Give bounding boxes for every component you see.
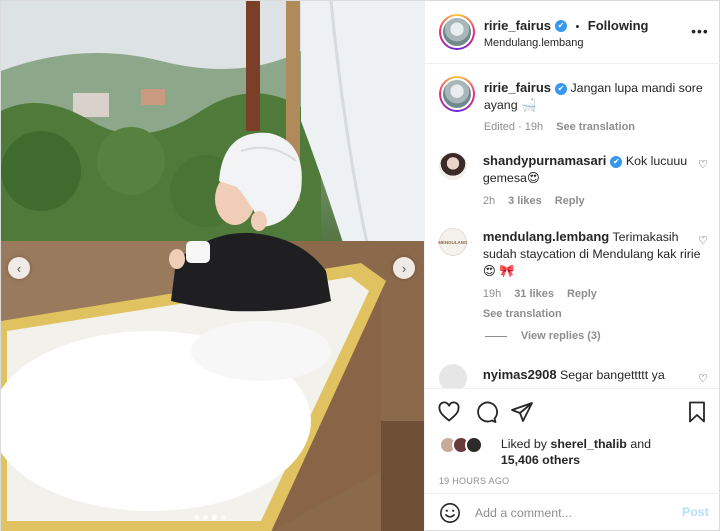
caption-avatar[interactable] (438, 76, 475, 112)
comment-time: 2h (482, 195, 496, 207)
emoji-icon[interactable] (439, 502, 461, 524)
carousel-indicator (194, 515, 226, 520)
chevron-left-icon[interactable]: ‹ (8, 257, 30, 279)
reply-button[interactable]: Reply (567, 286, 597, 303)
comment-like-heart-icon[interactable]: ♡ (698, 372, 708, 385)
comment-item: nyimas2908 Segar bangettttt ya ♡ (438, 364, 714, 388)
see-translation-link[interactable]: See translation (556, 119, 635, 136)
commenter-avatar[interactable] (438, 152, 467, 180)
post-header: ririe_fairus ✔ • Following Mendulang.lemb… (424, 1, 720, 64)
post-photo[interactable]: ‹ › (1, 1, 424, 531)
comment-text: Segar bangettttt ya (560, 368, 665, 382)
chevron-right-icon[interactable]: › (393, 257, 415, 279)
see-translation-link[interactable]: See translation (483, 306, 705, 323)
post-location[interactable]: Mendulang.lembang (484, 37, 584, 49)
carousel-dot-active (212, 515, 217, 520)
liked-by: Liked by sherel_thalib and 15,406 others (438, 434, 709, 472)
comment-icon[interactable] (474, 400, 498, 424)
comment-likes[interactable]: 31 likes (514, 286, 554, 303)
commenter-username[interactable]: shandypurnamasari (483, 153, 607, 168)
replies-line (484, 335, 507, 337)
more-horizontal-icon[interactable]: ••• (691, 23, 709, 39)
caption-time: Edited · 19h (483, 121, 544, 133)
comment-item: shandypurnamasari ✔ Kok lucuuu gemesa😍 2h… (438, 152, 714, 212)
comment-item: MENDULANG mendulang.lembang Terimakasih … (438, 228, 714, 328)
liker-avatar[interactable] (464, 436, 483, 454)
carousel-dot (203, 515, 208, 520)
add-comment-bar: Post (424, 493, 720, 531)
verified-badge-icon: ✔ (555, 19, 568, 32)
commenter-avatar[interactable] (438, 364, 467, 388)
comment-likes[interactable]: 3 likes (508, 193, 542, 210)
liked-avatars (438, 436, 499, 456)
comment-like-heart-icon[interactable]: ♡ (698, 234, 708, 247)
author-username[interactable]: ririe_fairus (484, 18, 551, 33)
comment-like-heart-icon[interactable]: ♡ (698, 158, 708, 171)
commenter-avatar[interactable]: MENDULANG (438, 228, 467, 256)
view-replies-button[interactable]: View replies (3) (484, 330, 601, 342)
carousel-dot (221, 515, 226, 520)
likes-count[interactable]: 15,406 others (501, 453, 580, 467)
commenter-username[interactable]: nyimas2908 (483, 367, 557, 382)
comment-time: 19h (482, 288, 502, 300)
post-comment-button[interactable]: Post (682, 505, 709, 519)
bathtub-scene-illustration (1, 1, 424, 531)
instagram-post: ‹ › ririe_fairus ✔ • Following Mendulang.… (0, 0, 720, 531)
comments-list[interactable]: ririe_fairus ✔ Jangan lupa mandi sore aya… (425, 65, 720, 388)
liked-and: and (630, 437, 652, 451)
caption-username[interactable]: ririe_fairus (484, 80, 551, 95)
bookmark-icon[interactable] (685, 400, 709, 424)
liked-user[interactable]: sherel_thalib (550, 437, 626, 451)
liked-prefix: Liked by (500, 437, 547, 451)
post-timestamp[interactable]: 19 HOURS AGO (439, 476, 510, 486)
action-bar (424, 388, 720, 433)
author-avatar[interactable] (438, 14, 475, 50)
view-replies-label: View replies (3) (520, 330, 601, 342)
heart-icon[interactable] (437, 400, 461, 424)
commenter-username[interactable]: mendulang.lembang (483, 229, 609, 244)
following-button[interactable]: Following (588, 18, 649, 33)
header-separator: • (575, 21, 580, 33)
reply-button[interactable]: Reply (555, 193, 585, 210)
caption: ririe_fairus ✔ Jangan lupa mandi sore aya… (438, 76, 714, 136)
verified-badge-icon: ✔ (555, 82, 568, 95)
carousel-dot (194, 515, 199, 520)
verified-badge-icon: ✔ (610, 155, 623, 168)
post-side-panel: ririe_fairus ✔ • Following Mendulang.lemb… (423, 1, 720, 531)
add-comment-input[interactable] (474, 504, 665, 522)
send-icon[interactable] (510, 400, 534, 424)
